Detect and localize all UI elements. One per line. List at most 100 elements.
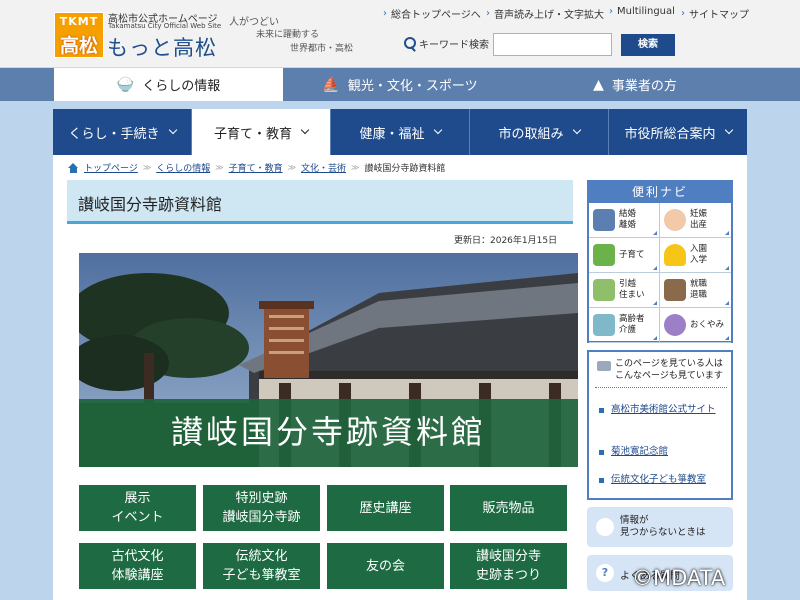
util-link-label: Multilingual xyxy=(617,6,675,17)
home-icon xyxy=(68,162,79,173)
util-link-label: 音声読み上げ・文字拡大 xyxy=(494,10,604,21)
benri-item-marriage[interactable]: 結婚 離婚 xyxy=(589,203,660,238)
benri-item-school[interactable]: 入園 入学 xyxy=(660,238,731,273)
not-found-text: 情報が 見つからないときは xyxy=(620,515,706,538)
search-label: キーワード検索 xyxy=(404,36,489,51)
benri-item-pregnancy[interactable]: 妊娠 出産 xyxy=(660,203,731,238)
nav-item-cityhall[interactable]: 市役所総合案内 xyxy=(609,109,747,155)
benri-item-employment[interactable]: 就職 退職 xyxy=(660,273,731,308)
breadcrumb-link[interactable]: 子育て・教育 xyxy=(229,161,283,174)
chat-icon xyxy=(597,361,611,371)
util-link-multilingual[interactable]: › Multilingual xyxy=(609,6,675,17)
also-viewed-heading-text: このページを見ている人は こんなページも見ています xyxy=(615,359,723,381)
friends-club-button[interactable]: 友の会 xyxy=(327,543,444,589)
goods-button[interactable]: 販売物品 xyxy=(450,485,567,531)
tab-label: 事業者の方 xyxy=(611,79,677,94)
tab-living[interactable]: 🍚 くらしの情報 xyxy=(54,68,283,101)
tab-business[interactable]: ▲ 事業者の方 xyxy=(560,68,710,101)
bullet-icon xyxy=(599,408,604,413)
nav-item-initiatives[interactable]: 市の取組み xyxy=(470,109,609,155)
benri-item-childcare[interactable]: 子育て xyxy=(589,238,660,273)
search-button[interactable]: 検索 xyxy=(621,34,675,56)
smile-icon xyxy=(596,518,614,536)
util-link-label: サイトマップ xyxy=(689,10,749,21)
baby-icon xyxy=(664,209,686,231)
benri-navi-grid: 結婚 離婚 妊娠 出産 子育て 入園 入学 引越 住まい 就職 退職 高齢者 介… xyxy=(589,203,731,343)
history-lecture-button[interactable]: 歴史講座 xyxy=(327,485,444,531)
ancient-culture-button[interactable]: 古代文化 体験講座 xyxy=(79,543,196,589)
breadcrumb-link[interactable]: 文化・芸術 xyxy=(301,161,346,174)
chevron-right-icon: › xyxy=(609,6,613,17)
exhibit-event-button[interactable]: 展示 イベント xyxy=(79,485,196,531)
benri-item-label: おくやみ xyxy=(690,319,725,330)
rice-bowl-icon: 🍚 xyxy=(116,76,135,93)
hero-caption: 讃岐国分寺跡資料館 xyxy=(79,399,578,467)
also-viewed-box: このページを見ている人は こんなページも見ています 高松市美術館公式サイト 菊池… xyxy=(587,350,733,500)
chevron-down-icon xyxy=(168,125,177,135)
benri-item-elderly[interactable]: 高齢者 介護 xyxy=(589,308,660,343)
chevron-down-icon xyxy=(433,125,442,135)
chevron-down-icon xyxy=(572,125,581,135)
question-icon: ? xyxy=(596,564,614,582)
chevron-right-icon: › xyxy=(383,8,387,19)
koto-class-button[interactable]: 伝統文化 子ども箏教室 xyxy=(203,543,320,589)
site-caption-en: Takamatsu City Official Web Site xyxy=(108,22,222,30)
also-link-kikuchi[interactable]: 菊池寛記念館 xyxy=(611,444,721,459)
also-viewed-heading: このページを見ている人は こんなページも見ています xyxy=(595,358,727,388)
couple-icon xyxy=(593,209,615,231)
main-nav: くらし・手続き 子育て・教育 健康・福祉 市の取組み 市役所総合案内 xyxy=(53,109,747,155)
bullet-icon xyxy=(599,478,604,483)
updated-date: 更新日：2026年1月15日 xyxy=(454,236,558,246)
breadcrumb-separator-icon: ≫ xyxy=(215,163,224,172)
tab-label: くらしの情報 xyxy=(142,79,221,94)
site-name[interactable]: もっと高松 xyxy=(107,32,217,62)
nav-item-health[interactable]: 健康・福祉 xyxy=(331,109,470,155)
boat-icon: ⛵ xyxy=(322,76,340,93)
nav-item-childcare[interactable]: 子育て・教育 xyxy=(192,109,331,155)
benri-item-label: 子育て xyxy=(619,249,645,260)
not-found-link[interactable]: 情報が 見つからないときは xyxy=(587,507,733,547)
logo-top-text: TKMT xyxy=(59,15,99,28)
search-input[interactable] xyxy=(493,33,612,56)
benri-item-label: 就職 退職 xyxy=(690,279,708,300)
slogan-line-3: 世界都市・高松 xyxy=(290,44,354,54)
benri-navi: 便利ナビ 結婚 離婚 妊娠 出産 子育て 入園 入学 引越 住まい 就職 退職 … xyxy=(587,180,733,343)
util-link-sitemap[interactable]: › サイトマップ xyxy=(681,6,749,21)
pencil-icon xyxy=(593,244,615,266)
nav-label: くらし・手続き xyxy=(68,126,160,142)
page-title: 讃岐国分寺跡資料館 xyxy=(67,180,573,224)
benri-item-label: 結婚 離婚 xyxy=(619,209,637,230)
house-icon xyxy=(593,279,615,301)
search-icon xyxy=(404,37,417,50)
benri-navi-title: 便利ナビ xyxy=(589,182,731,203)
benri-item-label: 引越 住まい xyxy=(619,279,645,300)
festival-button[interactable]: 讃岐国分寺 史跡まつり xyxy=(450,543,567,589)
slogan-line-2: 未来に躍動する xyxy=(256,30,320,40)
util-link-label: 総合トップページへ xyxy=(391,10,481,21)
benri-item-moving[interactable]: 引越 住まい xyxy=(589,273,660,308)
nav-label: 健康・福祉 xyxy=(359,126,425,142)
breadcrumb-link[interactable]: くらしの情報 xyxy=(156,161,210,174)
breadcrumb-separator-icon: ≫ xyxy=(142,163,152,172)
benri-item-condolence[interactable]: おくやみ xyxy=(660,308,731,343)
chevron-down-icon xyxy=(300,125,310,135)
tab-tourism[interactable]: ⛵ 観光・文化・スポーツ xyxy=(300,68,500,101)
util-link-voice[interactable]: › 音声読み上げ・文字拡大 xyxy=(486,6,604,21)
also-link-art-museum[interactable]: 高松市美術館公式サイト xyxy=(611,402,721,417)
briefcase-icon xyxy=(664,279,686,301)
benri-item-label: 妊娠 出産 xyxy=(690,209,708,230)
chevron-down-icon xyxy=(724,125,733,135)
also-link-koto[interactable]: 伝統文化子ども箏教室 xyxy=(611,472,721,487)
breadcrumb-separator-icon: ≫ xyxy=(287,163,296,172)
city-logo[interactable]: TKMT 高松 xyxy=(54,12,104,58)
util-link-top[interactable]: › 総合トップページへ xyxy=(383,6,481,21)
special-site-button[interactable]: 特別史跡 讃岐国分寺跡 xyxy=(203,485,320,531)
bullet-icon xyxy=(599,450,604,455)
breadcrumb-current: 讃岐国分寺跡資料館 xyxy=(364,164,446,174)
breadcrumb-link[interactable]: トップページ xyxy=(84,161,138,174)
nav-item-living[interactable]: くらし・手続き xyxy=(53,109,192,155)
search-label-text: キーワード検索 xyxy=(419,40,489,51)
chevron-right-icon: › xyxy=(681,8,685,19)
nav-label: 市役所総合案内 xyxy=(624,126,716,142)
breadcrumb: トップページ ≫ くらしの情報 ≫ 子育て・教育 ≫ 文化・芸術 ≫ 讃岐国分寺跡資料館 xyxy=(68,161,445,174)
